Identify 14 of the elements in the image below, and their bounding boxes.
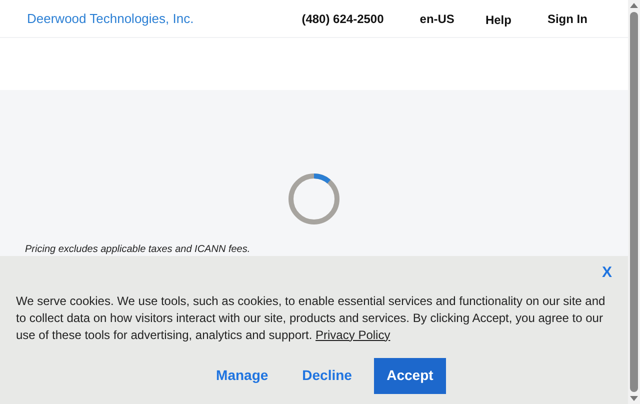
sign-in-link[interactable]: Sign In (547, 10, 588, 28)
manage-button[interactable]: Manage (204, 358, 280, 394)
decline-button[interactable]: Decline (290, 358, 364, 394)
help-link[interactable]: Help (485, 10, 512, 28)
pricing-note: Pricing excludes applicable taxes and ICANN fees. (25, 243, 252, 257)
privacy-policy-link[interactable]: Privacy Policy (316, 328, 390, 342)
cookie-notice: We serve cookies. We use tools, such as cookies, to enable essential services and functionality on our site and to collect data on how visitors interact with our site, products and services. By clicking Accept, you agree to our use of these tools for advertising, analytics and support. Privacy Policy (16, 292, 606, 344)
loading-spinner-icon (287, 172, 341, 226)
accept-button[interactable]: Accept (374, 358, 446, 394)
close-button[interactable]: X (602, 262, 612, 284)
scrollbar[interactable] (628, 0, 640, 404)
phone-link[interactable]: (480) 624-2500 (302, 10, 384, 28)
company-name[interactable]: Deerwood Technologies, Inc. (27, 8, 194, 28)
locale-link[interactable]: en-US (420, 10, 454, 28)
